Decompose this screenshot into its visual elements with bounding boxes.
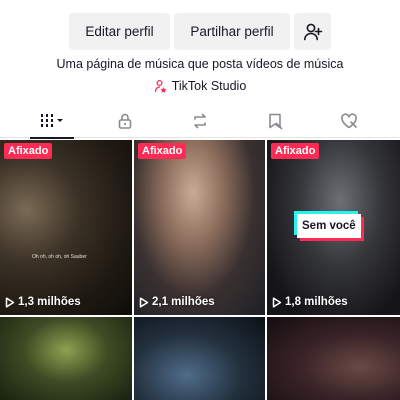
video-tile[interactable]: Afixado 2,1 milhões [134,140,265,315]
tab-private[interactable] [95,104,155,138]
play-icon [5,296,15,308]
tab-liked[interactable] [319,104,379,138]
video-grid: Afixado Oh oh, oh oh, oh Sauber 1,3 milh… [0,140,400,400]
edit-profile-button[interactable]: Editar perfil [69,13,170,50]
video-tile[interactable] [0,317,132,400]
view-count-label: 1,3 milhões [18,296,81,308]
studio-icon [154,79,167,93]
video-tile[interactable] [134,317,265,400]
profile-tabs [0,104,400,139]
repost-icon [194,113,206,129]
lock-icon [118,113,132,129]
tiktok-studio-link[interactable]: TikTok Studio [0,79,400,93]
grid-icon [41,114,63,127]
profile-actions: Editar perfil Partilhar perfil [0,13,400,51]
heart-icon [341,113,357,129]
pinned-badge: Afixado [138,143,187,159]
edit-profile-label: Editar perfil [85,24,154,39]
pinned-badge: Afixado [4,143,53,159]
video-tile[interactable]: Afixado Sem você 1,8 milhões [267,140,400,315]
profile-bio: Uma página de música que posta vídeos de… [56,57,344,71]
add-friend-button[interactable] [294,13,331,50]
video-tile[interactable] [267,317,400,400]
share-profile-button[interactable]: Partilhar perfil [174,13,290,50]
tab-favorites[interactable] [245,104,305,138]
view-count: 1,3 milhões [5,296,81,308]
video-overlay-text: Sem você [297,214,361,238]
video-caption: Oh oh, oh oh, oh Sauber [32,254,87,260]
bookmark-icon [269,113,283,130]
tab-reposts[interactable] [170,104,230,138]
pinned-badge: Afixado [271,143,320,159]
view-count-label: 1,8 milhões [285,296,348,308]
share-profile-label: Partilhar perfil [190,24,274,39]
play-icon [139,296,149,308]
play-icon [272,296,282,308]
tab-videos[interactable] [22,104,82,139]
add-user-icon [303,23,322,40]
view-count: 1,8 milhões [272,296,348,308]
view-count-label: 2,1 milhões [152,296,215,308]
view-count: 2,1 milhões [139,296,215,308]
studio-label: TikTok Studio [171,79,247,93]
video-tile[interactable]: Afixado Oh oh, oh oh, oh Sauber 1,3 milh… [0,140,132,315]
